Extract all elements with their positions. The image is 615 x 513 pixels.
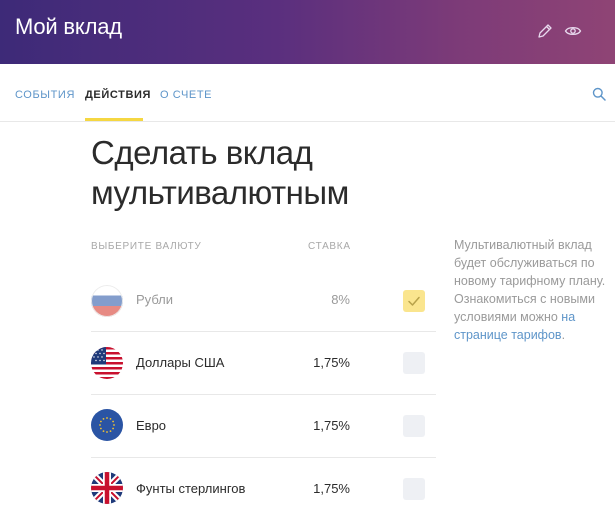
currency-rate: 1,75%: [313, 418, 350, 433]
russia-flag-icon: [91, 285, 123, 317]
currency-row-gbp: Фунты стерлингов 1,75%: [91, 457, 436, 513]
currency-row-eur: Евро 1,75%: [91, 394, 436, 457]
uk-flag-icon: [91, 472, 123, 504]
check-icon: [408, 296, 420, 306]
currency-rate: 1,75%: [313, 481, 350, 496]
column-header-currency: Выберите валюту: [91, 241, 202, 252]
currency-row-usd: Доллары США 1,75%: [91, 331, 436, 394]
tab-bar: События Действия О счете: [0, 64, 615, 122]
currency-name: Фунты стерлингов: [136, 481, 246, 496]
pencil-icon[interactable]: [536, 22, 554, 40]
tariff-note-tail: .: [561, 328, 566, 342]
currency-name: Доллары США: [136, 355, 225, 370]
active-tab-indicator: [85, 118, 143, 121]
currency-rate: 1,75%: [313, 355, 350, 370]
page-header-title: Мой вклад: [15, 14, 122, 39]
tab-events[interactable]: События: [15, 89, 75, 101]
usa-flag-icon: [91, 347, 123, 379]
page-title: Сделать вклад мультивалютным: [91, 134, 349, 211]
tab-about-account[interactable]: О счете: [160, 89, 212, 101]
currency-name: Рубли: [136, 292, 174, 307]
tab-actions[interactable]: Действия: [85, 89, 151, 101]
eye-icon[interactable]: [564, 22, 582, 40]
currency-rate: 8%: [331, 292, 350, 307]
currency-checkbox-gbp[interactable]: [403, 478, 425, 500]
currency-checkbox-rub[interactable]: [403, 290, 425, 312]
eu-flag-icon: [91, 409, 123, 441]
app-header: Мой вклад: [0, 0, 615, 64]
currency-checkbox-usd[interactable]: [403, 352, 425, 374]
currency-row-rub: Рубли 8%: [91, 270, 436, 333]
currency-checkbox-eur[interactable]: [403, 415, 425, 437]
column-header-rate: Ставка: [308, 241, 351, 252]
tariff-note: Мультивалютный вклад будет обслуживаться…: [454, 236, 609, 344]
tariff-note-text: Мультивалютный вклад будет обслуживаться…: [454, 238, 606, 324]
currency-name: Евро: [136, 418, 167, 433]
search-icon[interactable]: [592, 87, 606, 101]
